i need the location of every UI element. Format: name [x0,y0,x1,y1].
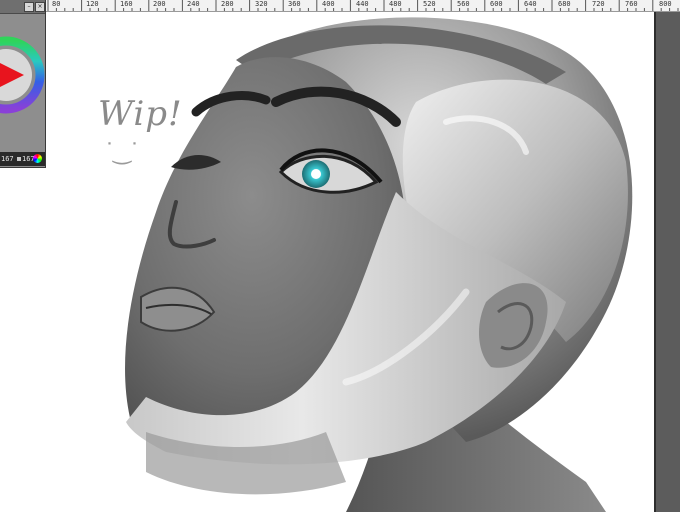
ruler-label: 400 [322,0,335,8]
ruler-label: 280 [221,0,234,8]
workspace-background [656,12,680,512]
portrait-painting [125,17,633,512]
top-ruler[interactable]: 80 120 160 200 240 280 320 360 400 440 4… [0,0,680,12]
smiley-doodle: ˙ ͜ ˙ [104,140,140,165]
ruler-label: 360 [288,0,301,8]
ruler-label: 760 [625,0,638,8]
ruler-label: 800 [659,0,672,8]
drawing-canvas[interactable]: Wip! ˙ ͜ ˙ [46,12,654,512]
color-wheel[interactable] [0,20,46,150]
ruler-label: 320 [255,0,268,8]
ruler-label: 600 [490,0,503,8]
panel-titlebar[interactable]: – × [0,0,45,14]
ruler-ticks [47,0,679,11]
ruler-label: 440 [356,0,369,8]
ruler-label: 240 [187,0,200,8]
value-left: 167 [1,155,14,163]
ruler-label: 80 [52,0,61,8]
ruler-label: 720 [592,0,605,8]
color-wheel-icon[interactable] [33,154,42,163]
ruler-label: 480 [389,0,402,8]
wip-note: Wip! [98,94,183,134]
ruler-label: 680 [558,0,571,8]
color-wheel-panel[interactable]: – × 167 167 [0,0,46,168]
ruler-label: 120 [86,0,99,8]
color-swatch [17,157,21,161]
ruler-label: 520 [423,0,436,8]
ruler-label: 560 [457,0,470,8]
ruler-label: 200 [153,0,166,8]
ruler-label: 160 [120,0,133,8]
minimize-icon[interactable]: – [24,2,34,12]
close-icon[interactable]: × [35,2,45,12]
ruler-label: 640 [524,0,537,8]
